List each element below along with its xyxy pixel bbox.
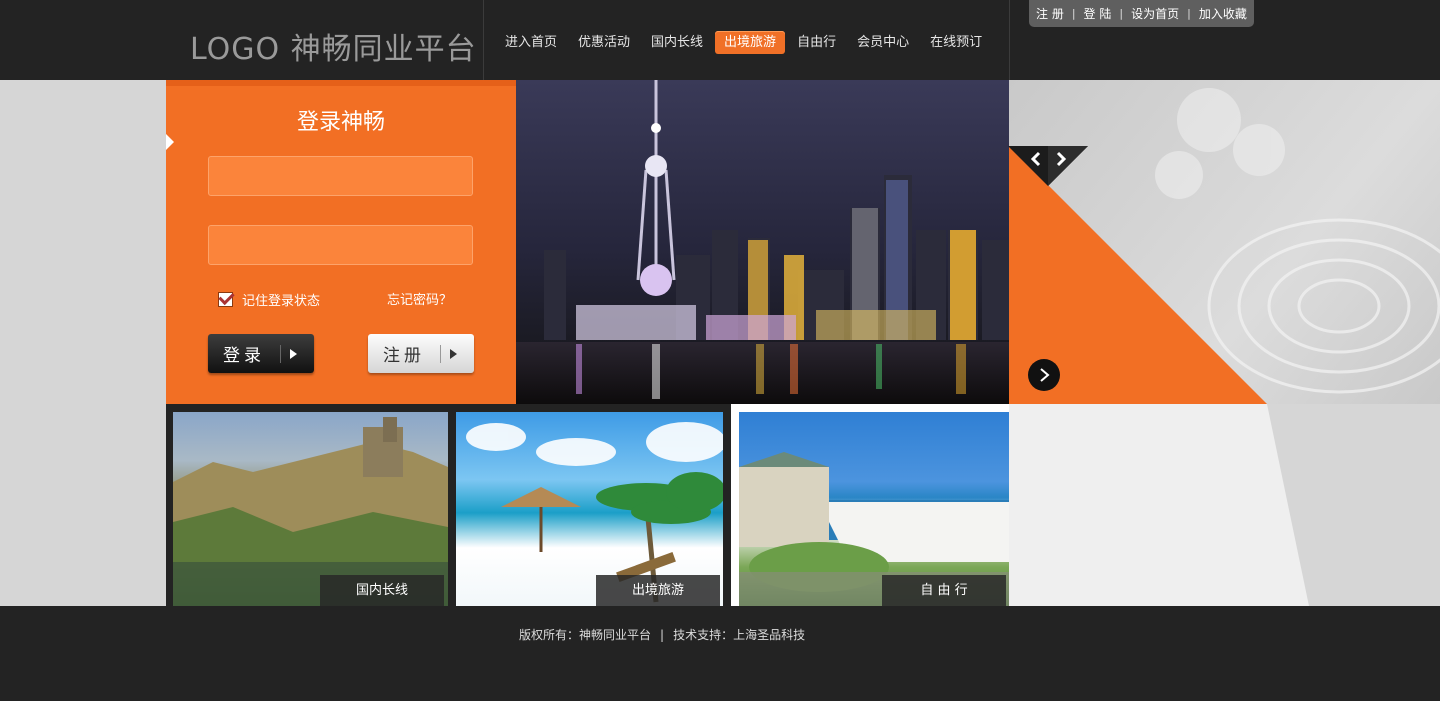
button-divider — [440, 344, 441, 363]
panel-notch — [166, 134, 174, 150]
register-button-label: 注册 — [383, 346, 425, 366]
login-link[interactable]: 登 陆 — [1084, 5, 1112, 22]
play-arrow-icon — [290, 348, 297, 359]
copyright-label: 版权所有：神畅同业平台 — [519, 628, 652, 642]
login-button[interactable]: 登录 — [208, 334, 314, 373]
nav-item-promotions[interactable]: 优惠活动 — [569, 31, 639, 54]
login-panel: 登录神畅 记住登录状态 忘记密码？ 登录 注册 — [166, 80, 516, 404]
header-divider — [1009, 0, 1010, 80]
copyright-text: 版权所有：神畅同业平台 | 技术支持：上海圣品科技 — [519, 626, 805, 643]
nav-item-home[interactable]: 进入首页 — [496, 31, 566, 54]
nav-item-member-center[interactable]: 会员中心 — [848, 31, 918, 54]
next-circle-icon — [1040, 368, 1050, 382]
remember-label: 记住登录状态 — [242, 294, 321, 309]
next-slide-button[interactable] — [1028, 359, 1060, 391]
top-links: 注 册 | 登 陆 | 设为首页 | 加入收藏 — [1029, 0, 1254, 27]
register-link[interactable]: 注 册 — [1036, 5, 1064, 22]
thumbnail-strip: 国内长线 出境旅游 自 由 行 — [166, 404, 1009, 606]
link-separator: | — [1071, 7, 1076, 20]
slider-controls — [1008, 146, 1088, 186]
nav-item-independent-travel[interactable]: 自由行 — [788, 31, 845, 54]
button-divider — [280, 344, 281, 363]
login-button-label: 登录 — [223, 346, 265, 366]
forgot-password-link[interactable]: 忘记密码？ — [387, 289, 452, 308]
link-separator: | — [1187, 7, 1191, 20]
shanghai-skyline-photo — [516, 80, 1009, 404]
skyline-illustration — [516, 80, 1009, 404]
thumbnail-label-outbound: 出境旅游 — [596, 575, 720, 606]
header-divider — [483, 0, 484, 80]
password-input[interactable] — [208, 225, 473, 265]
register-button[interactable]: 注册 — [368, 334, 474, 373]
main-nav: 进入首页 优惠活动 国内长线 出境旅游 自由行 会员中心 在线预订 — [496, 31, 994, 54]
site-logo[interactable]: LOGO 神畅同业平台 — [190, 24, 477, 68]
link-separator: | — [1119, 7, 1124, 20]
nav-item-outbound[interactable]: 出境旅游 — [715, 31, 786, 54]
remember-login-checkbox[interactable]: 记住登录状态 — [218, 290, 320, 309]
footer-separator: | — [660, 628, 665, 642]
set-homepage-link[interactable]: 设为首页 — [1131, 5, 1179, 22]
tech-support-label: 技术支持：上海圣品科技 — [673, 628, 806, 642]
login-title: 登录神畅 — [296, 110, 385, 135]
nav-item-domestic[interactable]: 国内长线 — [642, 31, 712, 54]
play-arrow-icon — [450, 348, 457, 359]
checkbox-checked-icon[interactable] — [218, 292, 233, 307]
page-footer: 版权所有：神畅同业平台 | 技术支持：上海圣品科技 — [0, 606, 1440, 701]
thumbnail-label-independent-travel: 自 由 行 — [882, 575, 1006, 606]
hero-banner: 登录神畅 记住登录状态 忘记密码？ 登录 注册 国内长线 出境旅游 自 由 行 — [0, 80, 1440, 606]
add-favorite-link[interactable]: 加入收藏 — [1199, 5, 1247, 22]
thumbnail-label-domestic: 国内长线 — [320, 575, 444, 606]
username-input[interactable] — [208, 156, 473, 196]
nav-item-online-booking[interactable]: 在线预订 — [921, 31, 991, 54]
top-header: LOGO 神畅同业平台 进入首页 优惠活动 国内长线 出境旅游 自由行 会员中心… — [0, 0, 1440, 80]
